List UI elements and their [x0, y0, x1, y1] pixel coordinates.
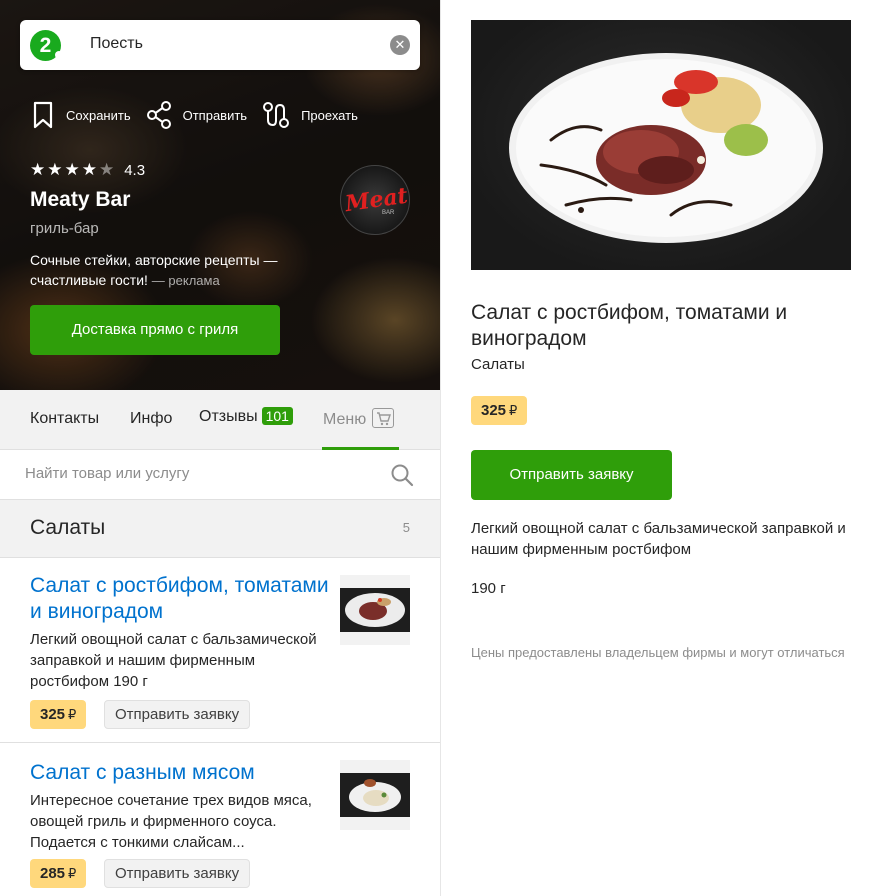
- item-price-value: 325: [40, 706, 66, 723]
- route-button[interactable]: Проехать: [261, 100, 358, 130]
- item-title[interactable]: Салат с разным мясом: [30, 760, 330, 786]
- firm-logo-sub: BAR: [382, 210, 395, 216]
- firm-actions: Сохранить Отправить Проехать: [30, 100, 372, 130]
- search-input[interactable]: Поесть: [90, 35, 143, 53]
- item-photo[interactable]: [471, 20, 851, 270]
- ad-label: — реклама: [151, 273, 220, 288]
- list-item[interactable]: Салат с ростбифом, томатами и виноградом…: [0, 559, 440, 743]
- item-price: 325 ₽: [30, 700, 87, 729]
- firm-tabs: Контакты Инфо Отзывы 101 Меню: [0, 390, 440, 450]
- firm-logo-text: Meaty: [343, 180, 410, 218]
- category-header: Салаты 5: [0, 500, 440, 558]
- item-description: Интересное сочетание трех видов мяса, ов…: [30, 792, 312, 851]
- bookmark-icon: [33, 101, 53, 129]
- category-title: Салаты: [30, 516, 106, 539]
- currency-sign: ₽: [68, 866, 77, 881]
- route-label: Проехать: [301, 107, 358, 123]
- 2gis-logo-icon[interactable]: 2: [30, 30, 63, 61]
- save-label: Сохранить: [66, 107, 131, 123]
- category-count: 5: [402, 520, 410, 535]
- firm-rating[interactable]: ★★★★★ 4.3: [30, 160, 145, 180]
- list-item[interactable]: Салат с разным мясом Интересное сочетани…: [0, 744, 440, 896]
- item-title[interactable]: Салат с ростбифом, томатами и виноградом: [30, 573, 330, 625]
- tab-menu[interactable]: Меню: [323, 408, 395, 429]
- send-request-button[interactable]: Отправить заявку: [471, 450, 672, 500]
- tab-contacts[interactable]: Контакты: [30, 410, 99, 428]
- rating-stars: ★★★★★: [30, 160, 117, 179]
- tab-menu-label: Меню: [323, 411, 367, 428]
- item-thumbnail[interactable]: [340, 575, 410, 645]
- save-button[interactable]: Сохранить: [30, 100, 131, 130]
- item-detail-panel: Салат с ростбифом, томатами и виноградом…: [440, 0, 878, 896]
- currency-sign: ₽: [68, 707, 77, 722]
- tab-reviews[interactable]: Отзывы 101: [199, 407, 293, 426]
- share-button[interactable]: Отправить: [145, 100, 247, 130]
- menu-search-input[interactable]: [25, 465, 365, 482]
- detail-description: Легкий овощной салат с бальзамической за…: [471, 520, 846, 558]
- share-label: Отправить: [182, 107, 248, 123]
- detail-weight: 190 г: [471, 580, 506, 597]
- item-description: Легкий овощной салат с бальзамической за…: [30, 631, 317, 690]
- tab-reviews-label: Отзывы: [199, 408, 258, 425]
- share-icon: [146, 101, 171, 129]
- firm-card-panel: 2 Поесть ✕ Сохранить Отправить Проехать …: [0, 0, 440, 896]
- detail-price-value: 325: [481, 402, 507, 419]
- route-icon: [263, 102, 290, 128]
- rating-value: 4.3: [124, 161, 146, 179]
- menu-search: [0, 450, 440, 500]
- firm-hero: 2 Поесть ✕ Сохранить Отправить Проехать …: [0, 0, 440, 390]
- search-icon[interactable]: [390, 463, 414, 487]
- tab-info[interactable]: Инфо: [130, 410, 172, 428]
- price-disclaimer: Цены предоставлены владельцем фирмы и мо…: [471, 645, 845, 660]
- detail-price: 325 ₽: [471, 396, 528, 425]
- send-request-button[interactable]: Отправить заявку: [104, 859, 251, 888]
- detail-category: Салаты: [471, 356, 525, 373]
- cart-icon: [372, 408, 395, 428]
- item-thumbnail[interactable]: [340, 760, 410, 830]
- close-icon[interactable]: ✕: [390, 35, 410, 55]
- send-request-button[interactable]: Отправить заявку: [104, 700, 251, 729]
- item-price-value: 285: [40, 865, 66, 882]
- reviews-count-badge: 101: [261, 407, 293, 425]
- promo-text: Сочные стейки, авторские рецепты — счаст…: [30, 250, 350, 291]
- delivery-button[interactable]: Доставка прямо с гриля: [30, 305, 280, 355]
- item-price: 285 ₽: [30, 859, 87, 888]
- firm-logo: Meaty BAR: [340, 165, 410, 235]
- firm-name: Meaty Bar: [30, 188, 131, 211]
- detail-title: Салат с ростбифом, томатами и виноградом: [471, 301, 788, 350]
- firm-rubric[interactable]: гриль-бар: [30, 220, 99, 237]
- currency-sign: ₽: [509, 403, 518, 418]
- search-bar[interactable]: 2 Поесть ✕: [20, 20, 420, 70]
